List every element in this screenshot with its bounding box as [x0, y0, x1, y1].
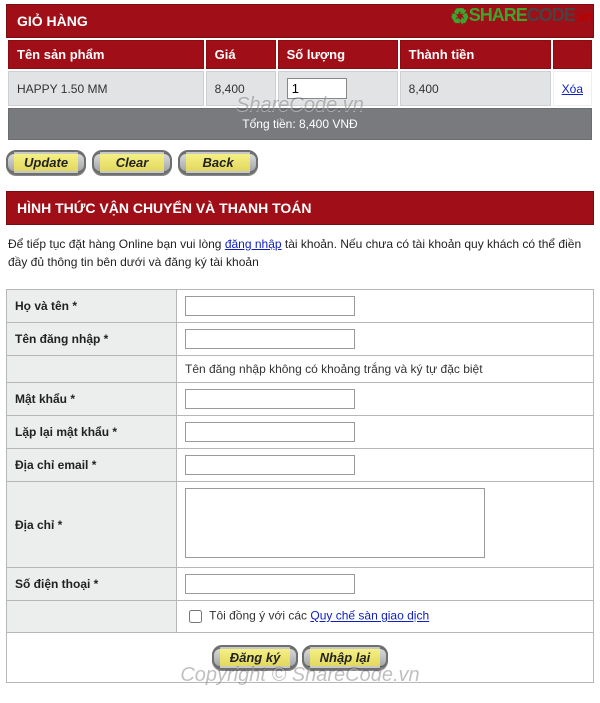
register-form: Họ và tên * Tên đăng nhập * Tên đăng nhậ… [6, 289, 594, 683]
brand-logo: ♻SHARECODE.vn [450, 4, 592, 30]
cell-price: 8,400 [206, 71, 276, 106]
agree-checkbox[interactable] [189, 610, 202, 623]
shipping-intro: Để tiếp tục đặt hàng Online bạn vui lòng… [6, 225, 594, 277]
phone-input[interactable] [185, 574, 355, 594]
col-price: Giá [206, 40, 276, 69]
policy-link[interactable]: Quy chế sàn giao dịch [310, 609, 429, 623]
email-input[interactable] [185, 455, 355, 475]
cell-del: Xóa [553, 71, 592, 106]
label-address: Địa chỉ * [7, 482, 177, 568]
password-input[interactable] [185, 389, 355, 409]
cart-total-line: Tổng tiền: 8,400 VNĐ [8, 108, 592, 140]
password2-input[interactable] [185, 422, 355, 442]
label-password: Mật khẩu * [7, 383, 177, 416]
login-link[interactable]: đăng nhập [225, 237, 282, 251]
label-username: Tên đăng nhập * [7, 323, 177, 356]
shipping-heading: HÌNH THỨC VẬN CHUYỂN VÀ THANH TOÁN [6, 191, 594, 225]
fullname-input[interactable] [185, 296, 355, 316]
back-button[interactable]: Back [178, 150, 258, 175]
register-button[interactable]: Đăng ký [212, 645, 299, 670]
clear-button[interactable]: Clear [92, 150, 172, 175]
cell-qty [278, 71, 398, 106]
label-password2: Lặp lại mật khẩu * [7, 416, 177, 449]
col-qty: Số lượng [278, 40, 398, 69]
quantity-input[interactable] [287, 78, 347, 99]
cart-table: Tên sản phẩm Giá Số lượng Thành tiền HAP… [6, 38, 594, 142]
table-row: HAPPY 1.50 MM 8,400 8,400 Xóa [8, 71, 592, 106]
retype-button[interactable]: Nhập lại [302, 645, 389, 670]
col-action [553, 40, 592, 69]
cell-total: 8,400 [400, 71, 551, 106]
label-phone: Số điện thoại * [7, 568, 177, 601]
label-fullname: Họ và tên * [7, 290, 177, 323]
col-total: Thành tiền [400, 40, 551, 69]
update-button[interactable]: Update [6, 150, 86, 175]
cell-name: HAPPY 1.50 MM [8, 71, 204, 106]
username-input[interactable] [185, 329, 355, 349]
username-hint: Tên đăng nhập không có khoảng trắng và k… [177, 356, 594, 383]
agree-text: Tôi đồng ý với các [209, 609, 310, 623]
col-name: Tên sản phẩm [8, 40, 204, 69]
delete-link[interactable]: Xóa [562, 82, 583, 96]
recycle-icon: ♻ [450, 4, 469, 30]
label-email: Địa chỉ email * [7, 449, 177, 482]
address-textarea[interactable] [185, 488, 485, 558]
